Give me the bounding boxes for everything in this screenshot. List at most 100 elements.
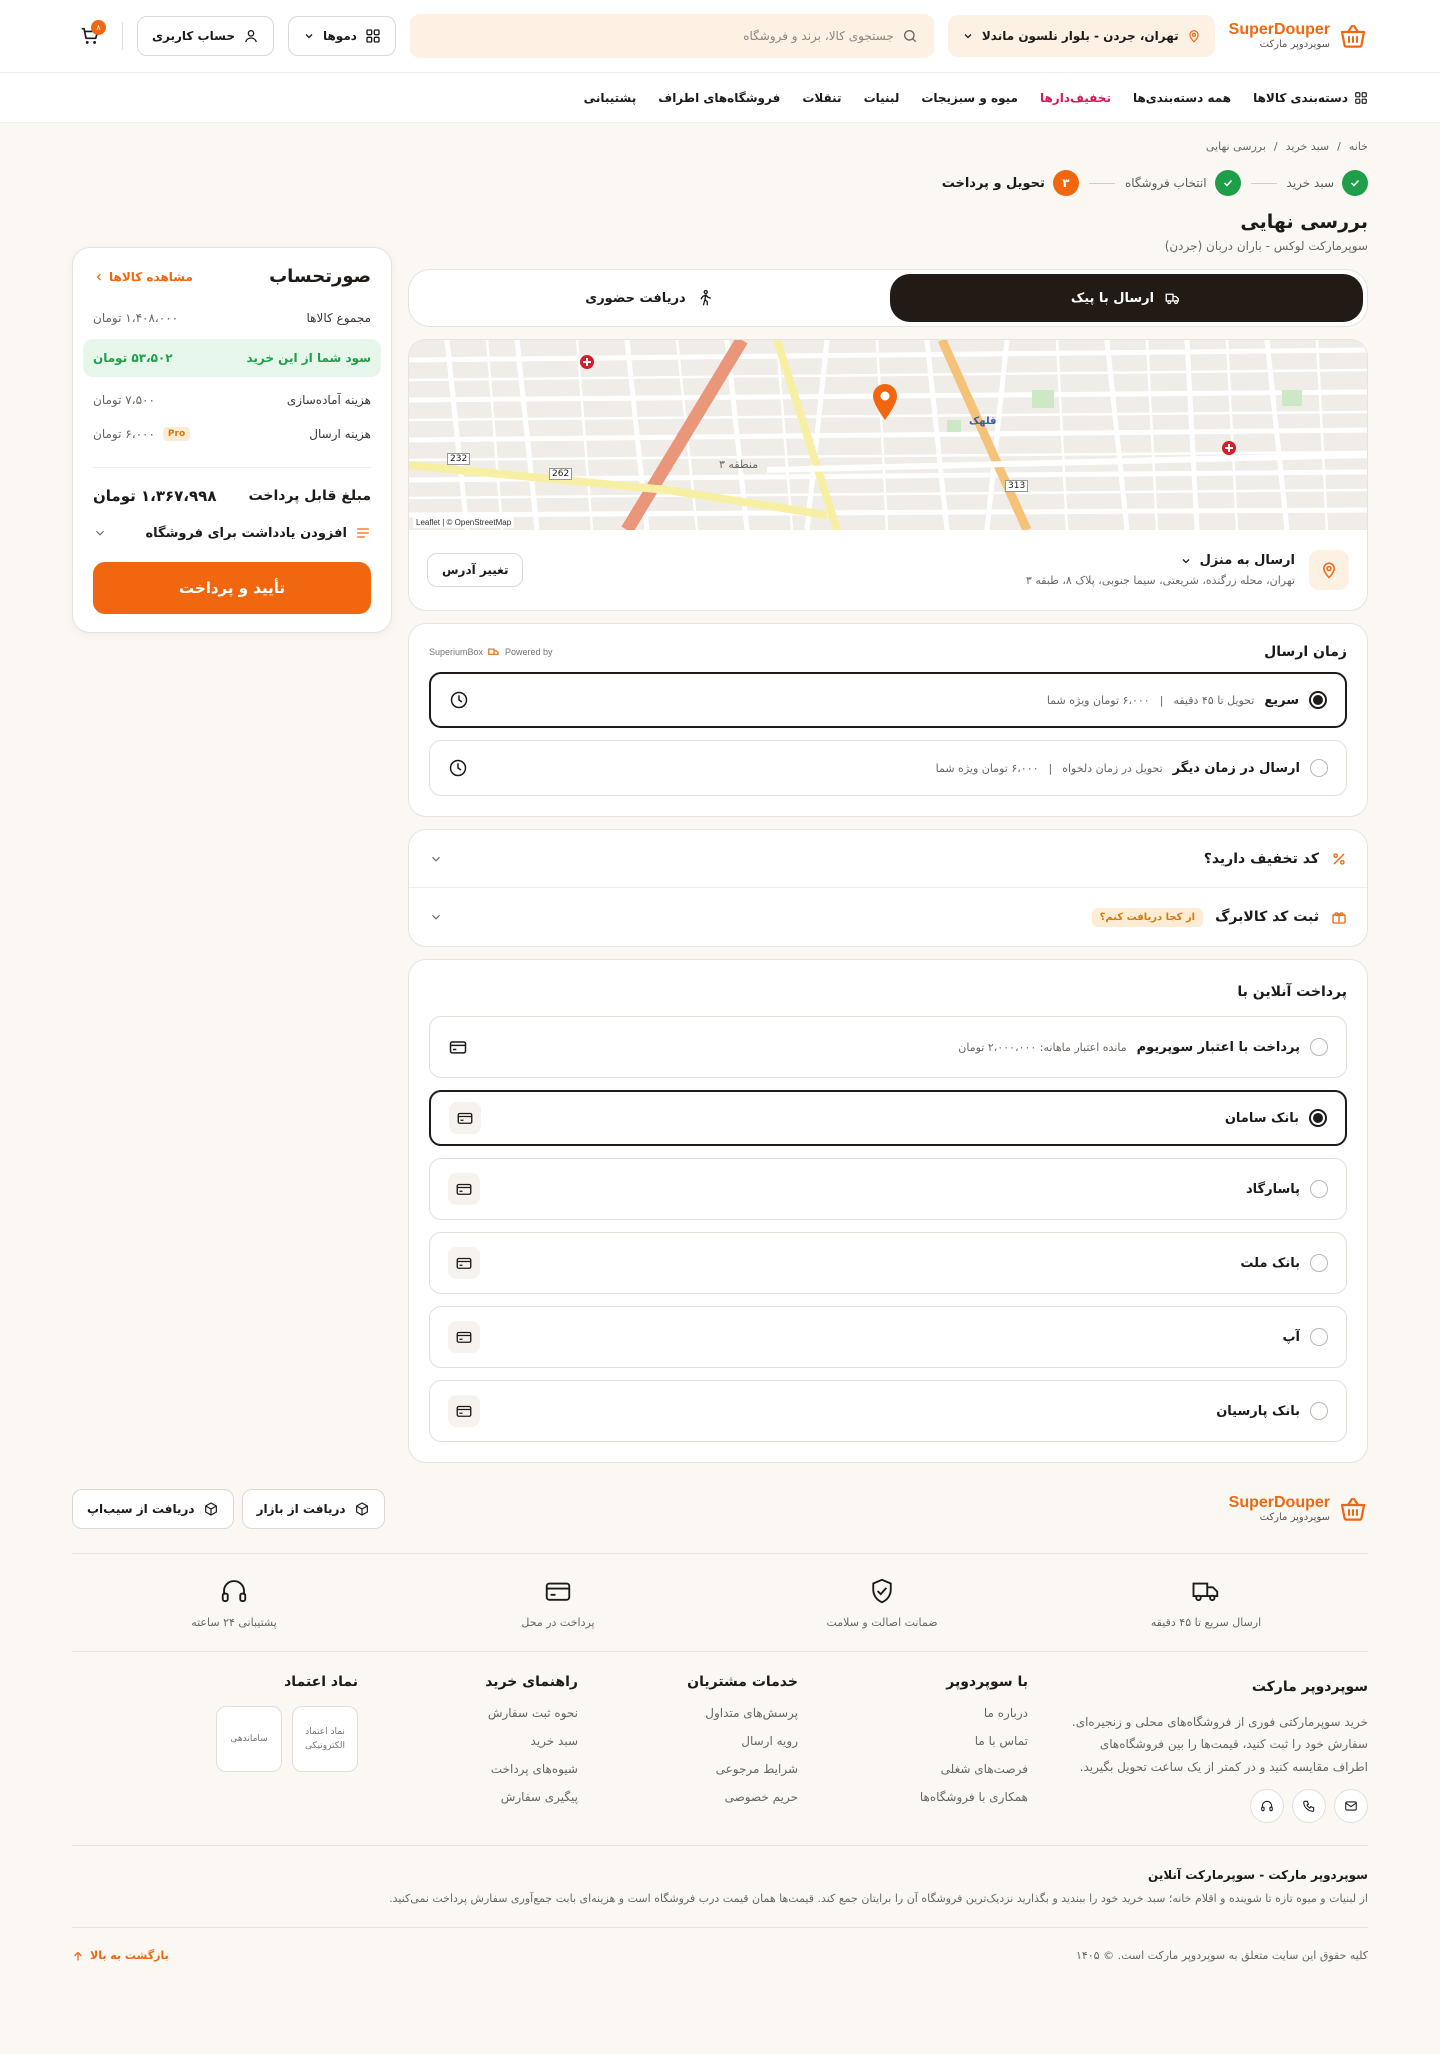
logo-text-fa: سوپردوپر مارکت — [1259, 1512, 1330, 1524]
account-button[interactable]: حساب کاربری — [137, 16, 274, 56]
radio-button[interactable] — [1310, 1180, 1328, 1198]
back-to-top-button[interactable]: بازگشت به بالا — [72, 1949, 169, 1962]
gift-code-accordion[interactable]: ثبت کد کالابرگ از کجا دریافت کنم؟ — [409, 888, 1367, 946]
phone-button[interactable] — [1292, 1788, 1326, 1823]
breadcrumb-cart[interactable]: سبد خرید — [1286, 140, 1330, 153]
nav-categories[interactable]: دسته‌بندی کالاها — [1253, 91, 1368, 105]
nav-fruits-vegetables[interactable]: میوه و سبزیجات — [921, 91, 1018, 105]
footer-link[interactable]: سبد خرید — [398, 1734, 578, 1748]
footer-logo[interactable]: SuperDouper سوپردوپر مارکت — [1229, 1494, 1368, 1524]
payment-option-bank-parsian[interactable]: بانک پارسیان — [429, 1380, 1347, 1442]
add-note-accordion[interactable]: افزودن یادداشت برای فروشگاه — [93, 516, 371, 550]
chevron-down-icon — [429, 852, 443, 866]
tab-pickup[interactable]: دریافت حضوری — [413, 274, 886, 322]
option-title: بانک پارسیان — [1216, 1403, 1300, 1419]
copyright-bar: کلیه حقوق این سایت متعلق به سوپردوپر مار… — [72, 1928, 1368, 1984]
chevron-down-icon — [962, 30, 974, 42]
copyright-text: کلیه حقوق این سایت متعلق به سوپردوپر مار… — [1075, 1949, 1368, 1963]
row-label: سود شما از این خرید — [246, 351, 371, 365]
logo[interactable]: SuperDouper سوپردوپر مارکت — [1229, 21, 1368, 51]
footer-link[interactable]: حریم خصوصی — [618, 1790, 798, 1804]
footer-link[interactable]: رویه ارسال — [618, 1734, 798, 1748]
footer-link[interactable]: شیوه‌های پرداخت — [398, 1762, 578, 1776]
radio-button[interactable] — [1310, 1038, 1328, 1056]
shield-check-icon — [867, 1576, 897, 1606]
chevron-down-icon — [1180, 555, 1192, 567]
feature-label: پرداخت در محل — [521, 1616, 595, 1629]
map-label-area: منطقه ۳ — [719, 458, 759, 471]
search-bar — [409, 14, 934, 58]
mail-icon — [1344, 1799, 1358, 1813]
col-title: خدمات مشتریان — [687, 1674, 798, 1690]
payment-option-bank-mellat[interactable]: بانک ملت — [429, 1232, 1347, 1294]
radio-button[interactable] — [1310, 759, 1328, 777]
feature-label: ضمانت اصالت و سلامت — [826, 1616, 938, 1629]
tab-courier[interactable]: ارسال با پیک — [890, 274, 1363, 322]
payable-row: مبلغ قابل پرداخت ۱،۳۶۷،۹۹۸ تومان — [93, 476, 371, 516]
nav-discounted[interactable]: تخفیف‌دارها — [1040, 91, 1111, 105]
walking-icon — [696, 289, 714, 307]
gift-help-tag[interactable]: از کجا دریافت کنم؟ — [1091, 907, 1204, 927]
footer-link[interactable]: فرصت‌های شغلی — [838, 1762, 1028, 1776]
address-type-selector[interactable]: ارسال به منزل — [537, 553, 1295, 568]
trust-badge-enamad[interactable]: نماد اعتماد الکترونیکی — [292, 1706, 358, 1772]
footer-link[interactable]: تماس با ما — [838, 1734, 1028, 1748]
radio-button[interactable] — [1309, 691, 1327, 709]
sibapp-download-button[interactable]: دریافت از سیب‌اپ — [72, 1489, 234, 1529]
tab-label: دریافت حضوری — [585, 290, 686, 306]
radio-button[interactable] — [1309, 1109, 1327, 1127]
nav-all-categories[interactable]: همه دسته‌بندی‌ها — [1133, 91, 1231, 105]
footer-link[interactable]: شرایط مرجوعی — [618, 1762, 798, 1776]
note-label: افزودن یادداشت برای فروشگاه — [145, 525, 347, 541]
payment-option-credit[interactable]: پرداخت با اعتبار سوپریوم مانده اعتبار ما… — [429, 1016, 1347, 1078]
step-label: سبد خرید — [1286, 176, 1334, 190]
radio-button[interactable] — [1310, 1328, 1328, 1346]
trust-badge-samandehi[interactable]: ساماندهی — [216, 1706, 282, 1772]
footer-link[interactable]: پیگیری سفارش — [398, 1790, 578, 1804]
footer-link[interactable]: پرسش‌های متداول — [618, 1706, 798, 1720]
change-address-button[interactable]: تغییر آدرس — [427, 553, 524, 587]
option-desc: تحویل در زمان دلخواه — [1062, 761, 1163, 775]
footer-link[interactable]: نحوه ثبت سفارش — [398, 1706, 578, 1720]
powered-by: Powered by SuperiumBox — [429, 645, 553, 659]
email-button[interactable] — [1334, 1788, 1368, 1823]
nav-nearby-stores[interactable]: فروشگاه‌های اطراف — [658, 91, 780, 105]
search-input[interactable] — [425, 29, 894, 43]
address-title: ارسال به منزل — [1199, 553, 1295, 568]
card-icon — [448, 1321, 480, 1353]
confirm-pay-button[interactable]: تأیید و پرداخت — [93, 562, 371, 614]
chevron-down-icon — [303, 30, 315, 42]
footer-link[interactable]: همکاری با فروشگاه‌ها — [838, 1790, 1028, 1804]
headset-icon — [219, 1576, 249, 1606]
discount-code-accordion[interactable]: کد تخفیف دارید؟ — [409, 830, 1367, 888]
delivery-option-fast[interactable]: سریع تحویل تا ۴۵ دقیقه | ۶،۰۰۰ تومان ویژ… — [429, 672, 1347, 728]
checkout-steps: سبد خرید انتخاب فروشگاه ۳ تحویل و پرداخت — [408, 165, 1368, 201]
gift-icon — [1331, 909, 1347, 925]
option-title: بانک سامان — [1224, 1110, 1299, 1126]
bazaar-download-button[interactable]: دریافت از بازار — [241, 1489, 385, 1529]
payment-option-bank-pasargad[interactable]: پاسارگاد — [429, 1158, 1347, 1220]
footer-link[interactable]: درباره ما — [838, 1706, 1028, 1720]
delivery-option-scheduled[interactable]: ارسال در زمان دیگر تحویل در زمان دلخواه … — [429, 740, 1347, 796]
radio-button[interactable] — [1310, 1402, 1328, 1420]
option-title: سریع — [1264, 692, 1299, 708]
delivery-map[interactable]: قلهک 232 262 313 منطقه ۳ Leaflet | © Ope… — [409, 340, 1367, 530]
demos-button[interactable]: دموها — [287, 16, 396, 56]
row-label: مجموع کالاها — [306, 311, 371, 325]
location-selector[interactable]: تهران، جردن - بلوار نلسون ماندلا — [947, 15, 1215, 57]
profit-row: سود شما از این خرید ۵۳،۵۰۲ تومان — [83, 339, 381, 377]
view-items-link[interactable]: مشاهده کالاها — [93, 270, 193, 284]
scooter-icon — [1164, 289, 1182, 307]
payment-option-bank-saman[interactable]: بانک سامان — [429, 1090, 1347, 1146]
feature-fast-delivery: ارسال سریع تا ۴۵ دقیقه — [1106, 1576, 1306, 1629]
support-button[interactable] — [1250, 1788, 1284, 1823]
nav-snacks[interactable]: تنقلات — [802, 91, 841, 105]
nav-dairy[interactable]: لبنیات — [864, 91, 900, 105]
breadcrumb-home[interactable]: خانه — [1349, 140, 1368, 153]
payment-option-ap[interactable]: آپ — [429, 1306, 1347, 1368]
map-label-road: 313 — [1005, 480, 1029, 492]
cart-button[interactable]: ۸ — [72, 18, 108, 54]
radio-button[interactable] — [1310, 1254, 1328, 1272]
pro-badge: Pro — [162, 427, 191, 441]
nav-support[interactable]: پشتیبانی — [584, 91, 637, 105]
